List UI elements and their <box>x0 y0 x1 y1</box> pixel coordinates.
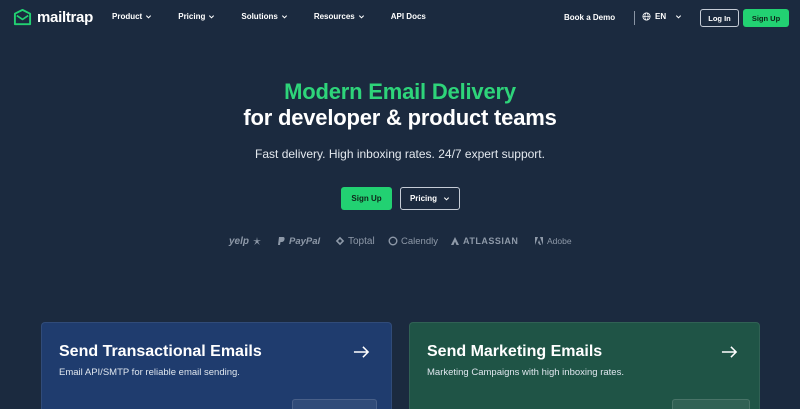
nav-item-resources[interactable]: Resources <box>314 12 365 21</box>
nav-divider <box>634 11 635 25</box>
arrow-right-icon[interactable] <box>721 345 738 359</box>
paypal-logo: PayPal <box>276 233 320 249</box>
nav-item-solutions[interactable]: Solutions <box>241 12 287 21</box>
chevron-down-icon <box>444 197 450 201</box>
yelp-logo-text: yelp <box>229 235 250 247</box>
toptal-logo: Toptal <box>335 233 375 249</box>
card-description: Email API/SMTP for reliable email sendin… <box>59 367 240 378</box>
customer-logos: yelp PayPal Toptal Calendly ATLASSIAN Ad… <box>0 233 800 249</box>
adobe-icon <box>535 237 543 245</box>
chevron-down-icon <box>281 15 287 19</box>
chevron-down-icon <box>209 15 215 19</box>
chevron-down-icon <box>676 15 682 19</box>
card-preview-image <box>292 399 377 409</box>
globe-icon <box>642 12 651 21</box>
card-description: Marketing Campaigns with high inboxing r… <box>427 367 624 378</box>
login-button[interactable]: Log In <box>700 9 739 27</box>
yelp-logo: yelp <box>229 233 262 249</box>
nav-item-label: Solutions <box>241 12 278 21</box>
calendly-logo-text: Calendly <box>401 235 438 247</box>
adobe-logo: Adobe <box>534 233 572 249</box>
nav-links: Product Pricing Solutions Resources API … <box>112 12 426 21</box>
nav-item-api-docs[interactable]: API Docs <box>391 12 426 21</box>
hero-signup-button[interactable]: Sign Up <box>341 187 392 210</box>
book-demo-link[interactable]: Book a Demo <box>564 13 615 22</box>
nav-item-pricing[interactable]: Pricing <box>178 12 215 21</box>
yelp-burst-icon <box>253 237 262 245</box>
toptal-logo-text: Toptal <box>348 235 375 247</box>
top-nav: mailtrap Product Pricing Solutions Resou… <box>0 0 800 36</box>
mailtrap-logo-icon <box>13 8 32 26</box>
hero-subtitle: Fast delivery. High inboxing rates. 24/7… <box>255 147 545 161</box>
toptal-icon <box>335 236 345 246</box>
chevron-down-icon <box>358 15 364 19</box>
card-transactional-emails[interactable]: Send Transactional Emails Email API/SMTP… <box>41 322 392 409</box>
nav-item-label: Resources <box>313 12 355 21</box>
brand-logo[interactable]: mailtrap <box>13 8 93 27</box>
nav-item-label: Pricing <box>178 12 206 21</box>
card-preview-image <box>672 399 750 409</box>
paypal-logo-text: PayPal <box>289 235 321 247</box>
chevron-down-icon <box>146 15 152 19</box>
language-selector[interactable]: EN <box>642 12 682 21</box>
hero-title: for developer & product teams <box>243 105 557 130</box>
signup-button[interactable]: Sign Up <box>743 9 789 27</box>
atlassian-icon <box>451 237 459 245</box>
card-marketing-emails[interactable]: Send Marketing Emails Marketing Campaign… <box>409 322 760 409</box>
nav-item-product[interactable]: Product <box>112 12 152 21</box>
language-label: EN <box>655 12 667 21</box>
nav-item-label: API Docs <box>390 12 426 21</box>
hero-pricing-button[interactable]: Pricing <box>400 187 460 210</box>
nav-item-label: Product <box>112 12 143 21</box>
calendly-icon <box>388 236 398 246</box>
adobe-logo-text: Adobe <box>547 236 572 246</box>
card-title: Send Transactional Emails <box>59 343 262 360</box>
hero-title-highlight: Modern Email Delivery <box>284 79 516 104</box>
hero-pricing-label: Pricing <box>409 194 438 203</box>
atlassian-logo: ATLASSIAN <box>450 233 518 249</box>
page: mailtrap Product Pricing Solutions Resou… <box>0 0 800 409</box>
brand-name: mailtrap <box>37 9 93 26</box>
card-title: Send Marketing Emails <box>427 343 603 360</box>
atlassian-logo-text: ATLASSIAN <box>463 236 519 246</box>
calendly-logo: Calendly <box>388 233 438 249</box>
paypal-icon <box>278 237 285 245</box>
arrow-right-icon[interactable] <box>353 345 370 359</box>
